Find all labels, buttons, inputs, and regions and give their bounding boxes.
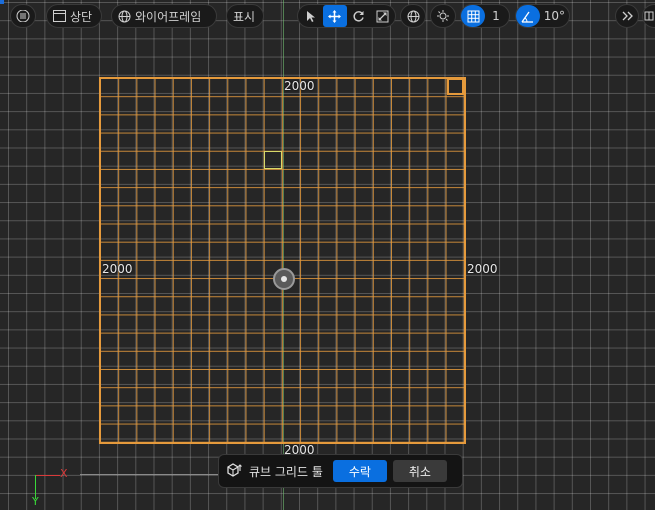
grid-snap-icon[interactable] (461, 5, 485, 27)
show-label: 표시 (233, 9, 256, 24)
x-axis-label: X (60, 467, 68, 480)
chevron-double-right-icon[interactable] (616, 5, 638, 27)
window-icon (53, 10, 66, 22)
cube-grid-icon (225, 462, 243, 480)
view-mode-group: 와이어프레임 (111, 4, 217, 28)
scale-icon[interactable] (370, 5, 394, 27)
coordinate-space-group (400, 4, 426, 28)
angle-snap-group: 10° (515, 4, 570, 28)
panel-connector-line (80, 474, 220, 475)
left-dimension-label: 2000 (102, 262, 133, 276)
pivot-center (281, 276, 287, 282)
grid-pivot-gizmo[interactable] (273, 268, 295, 290)
view-mode-button[interactable]: 와이어프레임 (112, 5, 207, 27)
view-type-label: 상단 (70, 9, 93, 24)
surface-snap-group (430, 4, 456, 28)
cancel-button[interactable]: 취소 (392, 460, 447, 482)
grid-corner-handle[interactable] (447, 78, 464, 95)
tool-name: 큐브 그리드 툴 (249, 464, 323, 479)
grid-snap-group: 1 (460, 4, 510, 28)
cube-grid-bounds[interactable] (99, 77, 466, 444)
x-axis-indicator (36, 475, 60, 476)
viewport-options-group (10, 4, 36, 28)
angle-snap-value[interactable]: 10° (540, 5, 569, 27)
right-dimension-label: 2000 (467, 262, 498, 276)
move-icon[interactable] (322, 5, 347, 27)
show-button[interactable]: 표시 (227, 5, 261, 27)
select-icon[interactable] (299, 5, 323, 27)
top-dimension-label: 2000 (284, 79, 315, 93)
view-type-group: 상단 (46, 4, 102, 28)
more-group (615, 4, 639, 28)
accept-button[interactable]: 수락 (332, 460, 387, 482)
viewport-corner-accent (0, 0, 4, 4)
snap-icon[interactable] (431, 5, 455, 27)
angle-snap-icon[interactable] (516, 5, 540, 27)
transform-tools-group (297, 4, 396, 28)
rotate-icon[interactable] (347, 5, 371, 27)
y-axis-label: Y (32, 495, 39, 508)
selected-cell[interactable] (264, 151, 282, 169)
hamburger-icon[interactable] (11, 5, 35, 27)
globe-icon (118, 10, 131, 23)
globe-icon[interactable] (401, 5, 425, 27)
cube-grid-tool-panel: 큐브 그리드 툴 수락 취소 (218, 454, 463, 488)
view-mode-label: 와이어프레임 (135, 9, 202, 24)
grid-snap-value[interactable]: 1 (485, 5, 507, 27)
show-group: 표시 (226, 4, 264, 28)
view-type-button[interactable]: 상단 (47, 5, 98, 27)
